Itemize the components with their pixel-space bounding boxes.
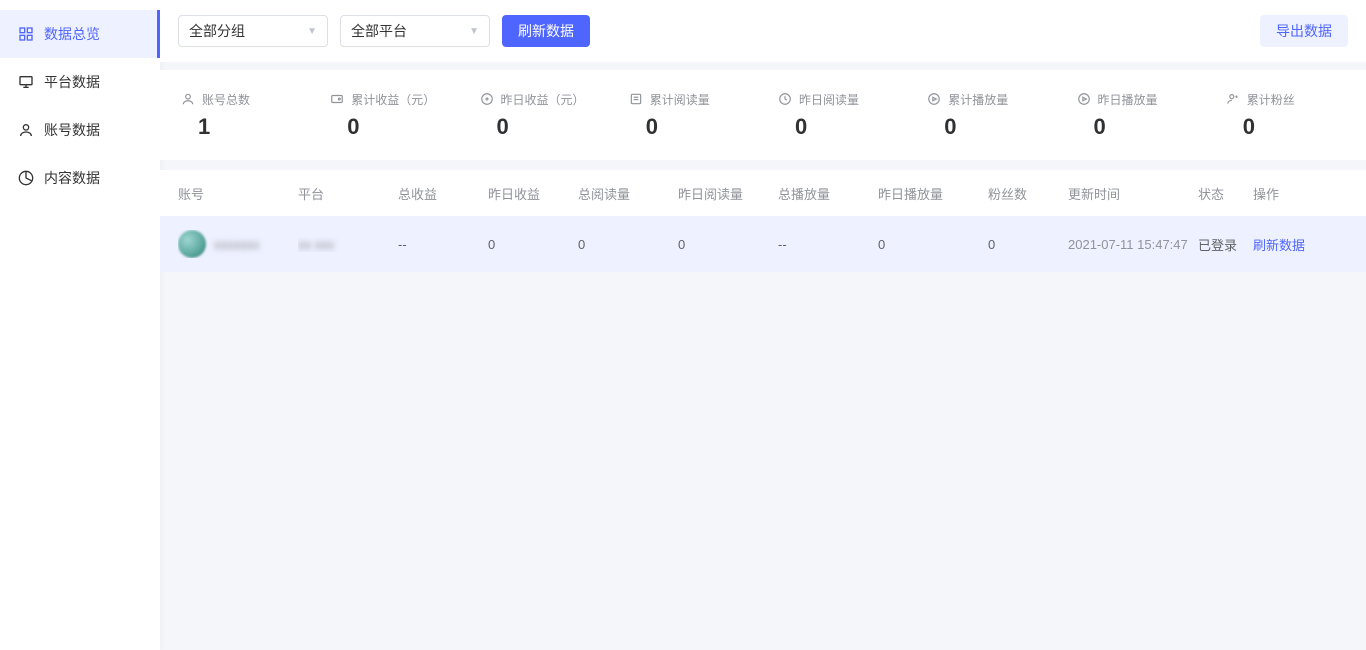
cell-fans: 0 <box>988 237 1068 252</box>
platform-select[interactable]: 全部平台 ▼ <box>340 15 490 47</box>
chevron-down-icon: ▼ <box>307 26 317 37</box>
stats-row: 账号总数 1 累计收益（元） 0 昨日收益（元） 0 <box>160 70 1366 160</box>
sidebar-item-content[interactable]: 内容数据 <box>0 154 160 202</box>
stat-total-income: 累计收益（元） 0 <box>315 70 464 160</box>
overview-icon <box>18 26 34 42</box>
col-yesterday-income: 昨日收益 <box>488 184 578 203</box>
row-refresh-link[interactable]: 刷新数据 <box>1253 235 1328 254</box>
stat-yesterday-income: 昨日收益（元） 0 <box>465 70 614 160</box>
cell-total-plays: -- <box>778 237 878 252</box>
play-icon <box>926 91 942 107</box>
sidebar-item-platform[interactable]: 平台数据 <box>0 58 160 106</box>
col-platform: 平台 <box>298 184 398 203</box>
col-fans: 粉丝数 <box>988 184 1068 203</box>
wallet-icon <box>329 91 345 107</box>
cell-updated: 2021-07-11 15:47:47 <box>1068 237 1198 252</box>
user-icon <box>18 122 34 138</box>
account-name-masked: xxxxxxx <box>214 237 260 252</box>
col-total-reads: 总阅读量 <box>578 184 678 203</box>
cell-account: xxxxxxx <box>178 230 298 258</box>
pie-icon <box>18 170 34 186</box>
avatar <box>178 230 206 258</box>
followers-icon <box>1225 91 1241 107</box>
stat-yesterday-reads: 昨日阅读量 0 <box>763 70 912 160</box>
col-yesterday-reads: 昨日阅读量 <box>678 184 778 203</box>
coin-icon <box>479 91 495 107</box>
export-button[interactable]: 导出数据 <box>1260 15 1348 47</box>
table-header: 账号 平台 总收益 昨日收益 总阅读量 昨日阅读量 总播放量 昨日播放量 粉丝数… <box>160 170 1366 216</box>
chevron-down-icon: ▼ <box>469 26 479 37</box>
sidebar-item-label: 平台数据 <box>44 72 100 92</box>
stat-yesterday-plays: 昨日播放量 0 <box>1062 70 1211 160</box>
cell-yesterday-reads: 0 <box>678 237 778 252</box>
stat-total-plays: 累计播放量 0 <box>912 70 1061 160</box>
stat-total-reads: 累计阅读量 0 <box>614 70 763 160</box>
col-status: 状态 <box>1198 184 1253 203</box>
user-icon <box>180 91 196 107</box>
cell-yesterday-plays: 0 <box>878 237 988 252</box>
data-table: 账号 平台 总收益 昨日收益 总阅读量 昨日阅读量 总播放量 昨日播放量 粉丝数… <box>160 170 1366 272</box>
sidebar-item-label: 数据总览 <box>44 24 100 44</box>
sidebar-item-account[interactable]: 账号数据 <box>0 106 160 154</box>
col-yesterday-plays: 昨日播放量 <box>878 184 988 203</box>
group-select[interactable]: 全部分组 ▼ <box>178 15 328 47</box>
read-icon <box>628 91 644 107</box>
col-action: 操作 <box>1253 184 1328 203</box>
cell-platform: xx xxx <box>298 237 398 252</box>
table-row: xxxxxxx xx xxx -- 0 0 0 -- 0 0 2021-07-1… <box>160 216 1366 272</box>
stat-total-fans: 累计粉丝 0 <box>1211 70 1360 160</box>
col-total-income: 总收益 <box>398 184 488 203</box>
col-account: 账号 <box>178 184 298 203</box>
monitor-icon <box>18 74 34 90</box>
sidebar: 数据总览 平台数据 账号数据 内容数据 <box>0 0 160 650</box>
sidebar-item-label: 账号数据 <box>44 120 100 140</box>
cell-status: 已登录 <box>1198 235 1253 254</box>
col-updated: 更新时间 <box>1068 184 1198 203</box>
cell-total-reads: 0 <box>578 237 678 252</box>
play-icon <box>1076 91 1092 107</box>
group-select-value: 全部分组 <box>189 21 245 41</box>
sidebar-item-overview[interactable]: 数据总览 <box>0 10 160 58</box>
refresh-button[interactable]: 刷新数据 <box>502 15 590 47</box>
platform-select-value: 全部平台 <box>351 21 407 41</box>
cell-yesterday-income: 0 <box>488 237 578 252</box>
clock-icon <box>777 91 793 107</box>
toolbar: 全部分组 ▼ 全部平台 ▼ 刷新数据 导出数据 <box>160 0 1366 62</box>
sidebar-item-label: 内容数据 <box>44 168 100 188</box>
stat-account-total: 账号总数 1 <box>166 70 315 160</box>
main: 全部分组 ▼ 全部平台 ▼ 刷新数据 导出数据 账号总数 1 <box>160 0 1366 650</box>
cell-total-income: -- <box>398 237 488 252</box>
col-total-plays: 总播放量 <box>778 184 878 203</box>
